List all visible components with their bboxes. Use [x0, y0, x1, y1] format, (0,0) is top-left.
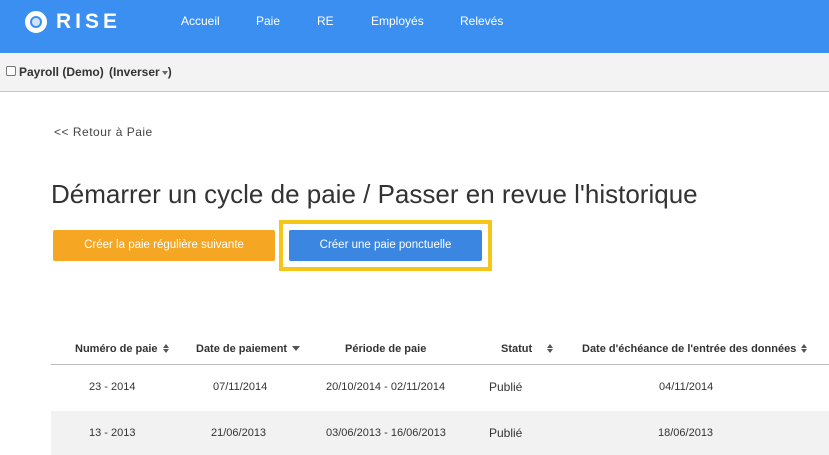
caret-down-icon [161, 70, 168, 75]
create-oneoff-payroll-button[interactable]: Créer une paie ponctuelle [289, 230, 482, 261]
sort-icon [162, 344, 170, 353]
cell-status: Publié [489, 426, 523, 440]
cell-number: 23 - 2014 [89, 381, 136, 393]
column-header-status-label: Statut [501, 343, 533, 355]
table-row[interactable]: 23 - 2014 07/11/2014 20/10/2014 - 02/11/… [51, 365, 829, 411]
company-name: Payroll (Demo) [19, 65, 104, 79]
column-header-pay-date[interactable]: Date de paiement [196, 343, 301, 355]
back-to-payroll-link[interactable]: << Retour à Paie [54, 125, 153, 139]
company-switch-label: (Inverser [109, 65, 160, 79]
cell-pay-date: 21/06/2013 [211, 427, 267, 439]
table-row[interactable]: 13 - 2013 21/06/2013 03/06/2013 - 16/06/… [51, 411, 829, 455]
nav-item-employes[interactable]: Employés [371, 14, 424, 28]
cell-period: 03/06/2013 - 16/06/2013 [326, 427, 446, 439]
column-header-due-date[interactable]: Date d'échéance de l'entrée des données [582, 343, 808, 355]
create-regular-payroll-button[interactable]: Créer la paie régulière suivante [53, 230, 275, 261]
column-header-number[interactable]: Numéro de paie [75, 343, 170, 355]
column-header-number-label: Numéro de paie [75, 343, 158, 355]
cell-pay-date: 07/11/2014 [213, 381, 268, 393]
column-header-due-date-label: Date d'échéance de l'entrée des données [582, 343, 797, 355]
nav-item-paie[interactable]: Paie [256, 14, 280, 28]
company-switch-dropdown[interactable]: (Inverser) [109, 65, 172, 79]
nav-item-accueil[interactable]: Accueil [181, 14, 220, 28]
sort-descending-icon [292, 346, 301, 351]
cell-status: Publié [489, 380, 523, 394]
cell-period: 20/10/2014 - 02/11/2014 [326, 381, 446, 393]
cell-due-date: 18/06/2013 [658, 427, 714, 439]
sort-icon [801, 344, 808, 353]
top-navigation-bar: RISE Accueil Paie RE Employés Relevés [0, 0, 829, 53]
page-title: Démarrer un cycle de paie / Passer en re… [51, 179, 698, 209]
company-checkbox[interactable] [6, 66, 16, 76]
column-header-period: Période de paie [345, 343, 426, 355]
rise-logo[interactable]: RISE [25, 10, 121, 34]
cell-number: 13 - 2013 [89, 427, 136, 439]
cell-due-date: 04/11/2014 [659, 381, 714, 393]
nav-item-releves[interactable]: Relevés [460, 14, 503, 28]
sort-icon [547, 344, 554, 353]
logo-ring-icon [25, 11, 47, 33]
logo-text: RISE [56, 10, 122, 33]
column-header-pay-date-label: Date de paiement [196, 343, 288, 355]
column-header-status[interactable]: Statut [501, 343, 554, 355]
column-header-period-label: Période de paie [345, 343, 427, 355]
nav-item-re[interactable]: RE [317, 14, 334, 28]
